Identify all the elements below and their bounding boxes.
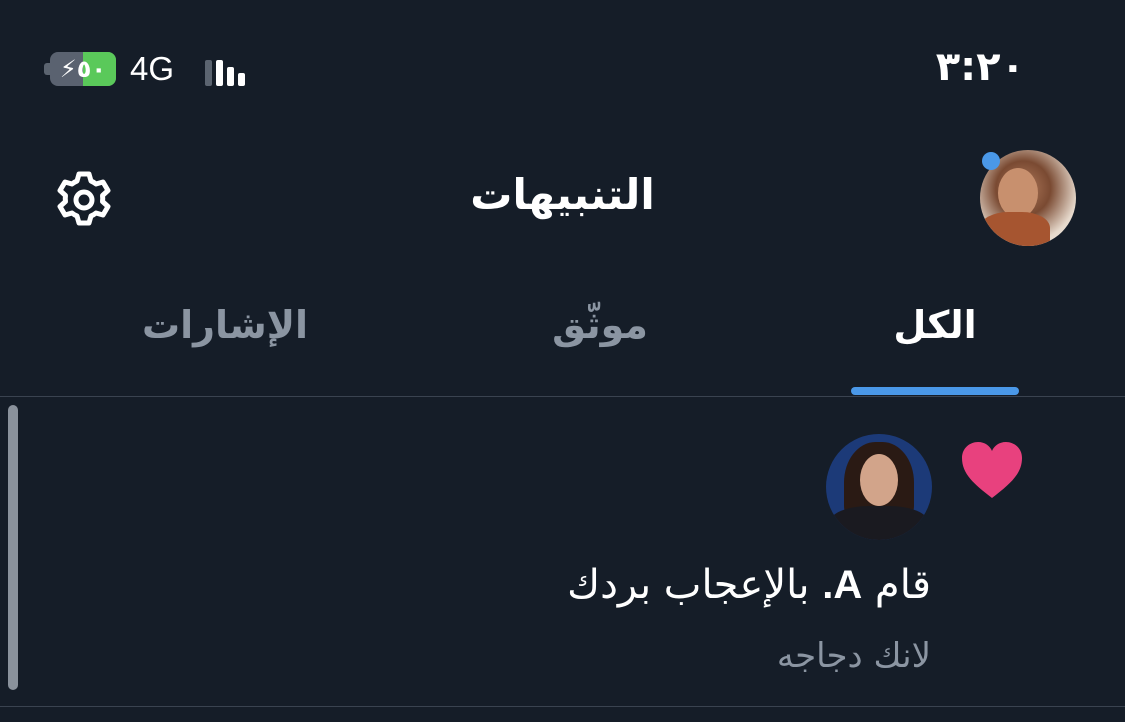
notification-action: بالإعجاب بردك (567, 562, 810, 608)
user-avatar[interactable] (826, 434, 932, 540)
signal-bar (216, 60, 223, 86)
signal-bar (205, 60, 212, 86)
notification-preview: لانك دجاجه (776, 636, 931, 676)
notification-text[interactable]: قام A. بالإعجاب بردك (567, 562, 931, 608)
tabs-divider (0, 396, 1125, 397)
notification-divider (0, 706, 1125, 707)
signal-bar (227, 67, 234, 86)
tab-verified[interactable]: موثّق (520, 303, 680, 347)
battery-level-value: ٥٠ (76, 55, 107, 83)
unread-dot (982, 152, 1000, 170)
page-title: التنبيهات (470, 170, 655, 219)
battery-icon: ⚡٥٠ (44, 52, 116, 86)
status-time: ٣:٢٠ (935, 44, 1025, 90)
gear-icon[interactable] (52, 168, 116, 232)
avatar-jacket (830, 506, 928, 540)
signal-bar (238, 73, 245, 86)
heart-icon (962, 442, 1022, 498)
active-tab-indicator (851, 387, 1019, 395)
notifications-screen: ٣:٢٠ ⚡٥٠ 4G التنبيهات الكل موثّق الإشارا… (0, 0, 1125, 722)
network-type: 4G (130, 50, 175, 87)
battery-body: ⚡٥٠ (50, 52, 116, 86)
notification-actor[interactable]: A. (822, 563, 862, 607)
tab-all[interactable]: الكل (851, 303, 1019, 347)
tab-mentions[interactable]: الإشارات (130, 303, 320, 347)
notification-prefix: قام (874, 562, 931, 608)
battery-level: ⚡٥٠ (59, 55, 107, 83)
scrollbar[interactable] (8, 405, 18, 690)
avatar-face (860, 454, 898, 506)
signal-icon (205, 58, 247, 86)
